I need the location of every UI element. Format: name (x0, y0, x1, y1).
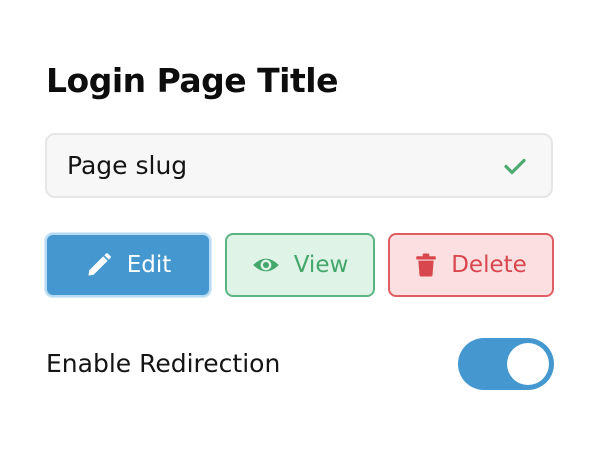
eye-icon (252, 251, 280, 279)
page-title: Login Page Title (46, 61, 338, 100)
check-icon (501, 152, 529, 180)
view-button-label: View (293, 252, 349, 278)
edit-button-label: Edit (126, 252, 172, 278)
delete-button-label: Delete (451, 252, 527, 278)
trash-icon (415, 253, 437, 277)
pencil-icon (85, 251, 113, 279)
view-button[interactable]: View (225, 233, 375, 297)
redirection-label: Enable Redirection (46, 349, 281, 378)
redirection-toggle[interactable] (458, 338, 554, 390)
page-slug-value[interactable]: Page slug (67, 151, 501, 180)
page-slug-input[interactable]: Page slug (45, 133, 553, 198)
edit-button[interactable]: Edit (45, 233, 211, 297)
delete-button[interactable]: Delete (388, 233, 554, 297)
toggle-knob[interactable] (507, 343, 549, 385)
